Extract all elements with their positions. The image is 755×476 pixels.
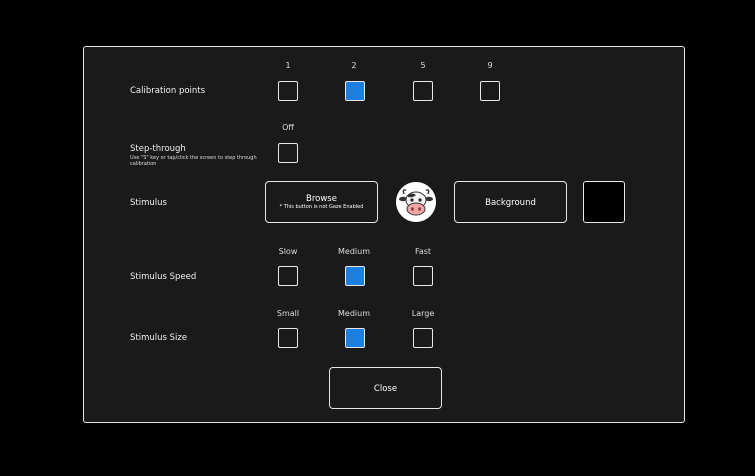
close-button[interactable]: Close [329, 367, 442, 409]
step-through-description: Use "S" key or tap/click the screen to s… [130, 155, 257, 167]
background-color-swatch[interactable] [583, 181, 625, 223]
size-option-label-large: Large [411, 309, 435, 318]
calibration-option-label-1: 1 [285, 61, 291, 70]
calibration-option-label-5: 5 [420, 61, 426, 70]
size-option-large[interactable] [413, 328, 433, 348]
calibration-points-label: Calibration points [130, 86, 206, 96]
speed-option-label-slow: Slow [278, 247, 298, 256]
step-through-option-label: Off [282, 123, 294, 132]
size-option-small[interactable] [278, 328, 298, 348]
background-button[interactable]: Background [454, 181, 567, 223]
step-through-off-checkbox[interactable] [278, 143, 298, 163]
size-option-label-small: Small [276, 309, 300, 318]
browse-button-label: Browse [306, 194, 337, 204]
calibration-option-label-2: 2 [351, 61, 357, 70]
stimulus-label: Stimulus [130, 198, 167, 208]
speed-option-slow[interactable] [278, 266, 298, 286]
speed-option-label-fast: Fast [414, 247, 432, 256]
calibration-option-label-9: 9 [487, 61, 493, 70]
browse-button[interactable]: Browse * This button is not Gaze Enabled [265, 181, 378, 223]
calibration-option-9[interactable] [480, 81, 500, 101]
calibration-option-2[interactable] [345, 81, 365, 101]
cow-face-icon[interactable] [396, 182, 436, 222]
speed-option-medium[interactable] [345, 266, 365, 286]
stimulus-size-label: Stimulus Size [130, 333, 188, 343]
calibration-option-5[interactable] [413, 81, 433, 101]
stimulus-speed-label: Stimulus Speed [130, 272, 197, 282]
speed-option-fast[interactable] [413, 266, 433, 286]
size-option-medium[interactable] [345, 328, 365, 348]
size-option-label-medium: Medium [338, 309, 370, 318]
browse-button-note: * This button is not Gaze Enabled [279, 204, 364, 210]
speed-option-label-medium: Medium [338, 247, 370, 256]
calibration-option-1[interactable] [278, 81, 298, 101]
step-through-label: Step-through [130, 144, 186, 154]
